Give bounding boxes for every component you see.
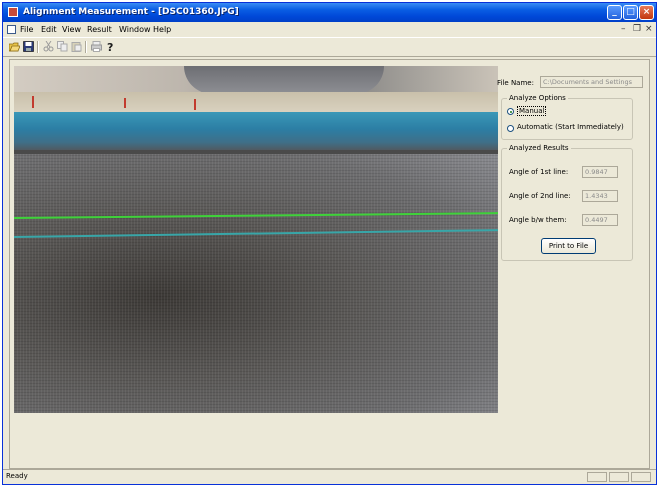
document-icon[interactable] — [7, 25, 16, 34]
title-bar[interactable]: Alignment Measurement - [DSC01360.JPG] _… — [3, 3, 656, 22]
angle1-label: Angle of 1st line: — [509, 168, 569, 176]
red-mark — [194, 99, 196, 110]
menu-file[interactable]: File — [20, 25, 33, 34]
svg-text:?: ? — [107, 41, 113, 52]
red-mark — [124, 98, 126, 108]
analyzed-results-title: Analyzed Results — [507, 144, 571, 152]
fabric-weave — [14, 154, 498, 413]
toolbar: ? — [3, 37, 656, 57]
mdi-minimize-button[interactable]: – — [621, 24, 626, 34]
minimize-icon: _ — [612, 7, 617, 17]
analyze-options-group: Analyze Options Manual Automatic (Start … — [501, 94, 633, 140]
status-text: Ready — [6, 472, 28, 480]
analyze-options-title: Analyze Options — [507, 94, 568, 102]
file-name-label: File Name: — [497, 79, 534, 87]
print-to-file-button[interactable]: Print to File — [541, 238, 596, 254]
angle2-field[interactable]: 1.4343 — [582, 190, 618, 202]
save-icon[interactable] — [23, 41, 34, 52]
menu-result[interactable]: Result — [87, 25, 112, 34]
maximize-icon: □ — [626, 7, 635, 17]
maximize-button[interactable]: □ — [623, 5, 638, 20]
print-icon[interactable] — [91, 41, 102, 52]
copy-icon[interactable] — [57, 41, 68, 52]
manual-radio[interactable] — [507, 108, 514, 115]
minimize-button[interactable]: _ — [607, 5, 622, 20]
app-window: Alignment Measurement - [DSC01360.JPG] _… — [2, 2, 657, 485]
menu-view[interactable]: View — [62, 25, 81, 34]
help-icon[interactable]: ? — [105, 41, 116, 54]
angle-between-label: Angle b/w them: — [509, 216, 567, 224]
paste-icon[interactable] — [71, 41, 82, 52]
mdi-close-button[interactable]: × — [645, 24, 653, 34]
mdi-restore-button[interactable]: ❐ — [633, 24, 641, 34]
open-icon[interactable] — [8, 41, 21, 52]
gray-cloth — [184, 66, 384, 94]
automatic-radio[interactable] — [507, 125, 514, 132]
angle2-label: Angle of 2nd line: — [509, 192, 571, 200]
close-icon: × — [642, 7, 651, 17]
document-client-area: File Name: C:\Documents and Settings Ana… — [9, 59, 650, 469]
red-mark — [32, 96, 34, 108]
status-pane — [631, 472, 651, 482]
analyzed-results-group: Analyzed Results Angle of 1st line: 0.98… — [501, 144, 633, 261]
status-bar: Ready — [3, 469, 656, 484]
window-title: Alignment Measurement - [DSC01360.JPG] — [23, 7, 239, 17]
angle1-field[interactable]: 0.9847 — [582, 166, 618, 178]
menu-bar: File Edit View Result Window Help – ❐ × — [3, 22, 656, 37]
blue-stripe — [14, 112, 498, 150]
menu-window[interactable]: Window — [119, 25, 151, 34]
close-button[interactable]: × — [639, 5, 654, 20]
menu-edit[interactable]: Edit — [41, 25, 57, 34]
angle-between-field[interactable]: 0.4497 — [582, 214, 618, 226]
app-icon[interactable] — [8, 7, 18, 17]
fabric-image-view[interactable] — [14, 66, 498, 413]
menu-help[interactable]: Help — [153, 25, 171, 34]
automatic-radio-label[interactable]: Automatic (Start Immediately) — [517, 123, 624, 131]
file-name-field[interactable]: C:\Documents and Settings — [540, 76, 643, 88]
cut-icon[interactable] — [43, 40, 54, 52]
status-pane — [587, 472, 607, 482]
manual-radio-label[interactable]: Manual — [517, 106, 547, 116]
status-pane — [609, 472, 629, 482]
